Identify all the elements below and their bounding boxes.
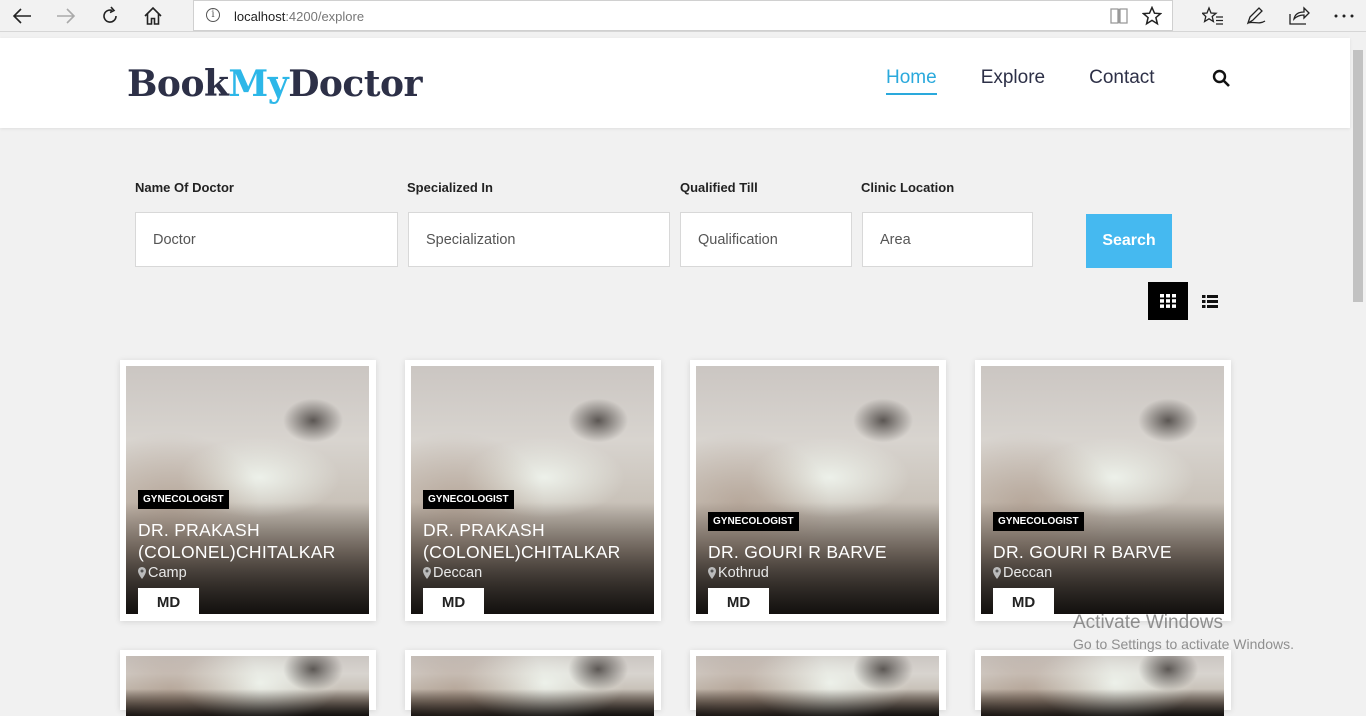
doctor-card[interactable] [690,650,946,716]
specialty-badge: GYNECOLOGIST [138,490,229,509]
main-nav: Home Explore Contact [886,67,1155,95]
doctor-location: Deccan [423,565,646,581]
qualification-input[interactable] [680,212,852,267]
degree-tab: MD [138,588,199,614]
qualification-label: Qualified Till [680,180,758,195]
list-icon [1202,294,1218,308]
site-header: BookMyDoctor Home Explore Contact [0,38,1350,128]
favorites-list-icon[interactable] [1199,4,1227,28]
specialization-input[interactable] [408,212,670,267]
degree-tab: MD [423,588,484,614]
doctor-card[interactable]: GYNECOLOGIST DR. PRAKASH (COLONEL)CHITAL… [120,360,376,621]
doctor-photo: GYNECOLOGIST DR. PRAKASH (COLONEL)CHITAL… [126,366,369,614]
doctor-name[interactable]: DR. GOURI R BARVE [993,541,1216,563]
watermark-subtitle: Go to Settings to activate Windows. [1073,636,1294,652]
doctor-name[interactable]: DR. PRAKASH (COLONEL)CHITALKAR [138,519,361,563]
back-arrow-icon[interactable] [9,3,35,29]
more-menu-icon[interactable] [1330,4,1358,28]
location-text: Camp [148,565,187,581]
search-icon[interactable] [1212,69,1231,93]
degree-tab: MD [993,588,1054,614]
list-view-button[interactable] [1196,282,1224,320]
doctor-card[interactable] [405,650,661,716]
map-pin-icon [138,567,146,579]
map-pin-icon [423,567,431,579]
specialty-badge: GYNECOLOGIST [423,490,514,509]
nav-explore[interactable]: Explore [981,67,1045,95]
doctor-name[interactable]: DR. PRAKASH (COLONEL)CHITALKAR [423,519,646,563]
grid-icon [1160,294,1176,308]
reading-view-icon[interactable] [1109,7,1129,30]
grid-view-button[interactable] [1148,282,1188,320]
doctor-location: Camp [138,565,361,581]
map-pin-icon [993,567,1001,579]
doctor-card[interactable]: GYNECOLOGIST DR. GOURI R BARVE Kothrud M… [690,360,946,621]
location-text: Kothrud [718,565,769,581]
location-text: Deccan [1003,565,1053,581]
doctor-location: Kothrud [708,565,931,581]
specialization-label: Specialized In [407,180,493,195]
location-text: Deccan [433,565,483,581]
location-input[interactable] [862,212,1033,267]
doctor-card[interactable]: GYNECOLOGIST DR. PRAKASH (COLONEL)CHITAL… [405,360,661,621]
doctor-photo: GYNECOLOGIST DR. GOURI R BARVE Kothrud M… [696,366,939,614]
pen-icon[interactable] [1242,4,1270,28]
site-logo[interactable]: BookMyDoctor [127,63,422,105]
nav-contact[interactable]: Contact [1089,67,1154,95]
activation-watermark: Activate Windows Go to Settings to activ… [1073,612,1294,652]
search-button[interactable]: Search [1086,214,1172,268]
forward-arrow-icon[interactable] [53,3,79,29]
refresh-icon[interactable] [97,3,123,29]
doctor-name-input[interactable] [135,212,398,267]
doctor-name-label: Name Of Doctor [135,180,234,195]
doctor-photo: GYNECOLOGIST DR. GOURI R BARVE Deccan MD [981,366,1224,614]
address-bar[interactable]: i localhost:4200/explore [193,0,1173,31]
watermark-title: Activate Windows [1073,612,1223,633]
doctor-photo [981,656,1224,716]
doctor-card[interactable]: GYNECOLOGIST DR. GOURI R BARVE Deccan MD [975,360,1231,621]
doctor-photo [696,656,939,716]
location-label: Clinic Location [861,180,955,195]
doctor-photo [411,656,654,716]
doctor-photo: GYNECOLOGIST DR. PRAKASH (COLONEL)CHITAL… [411,366,654,614]
degree-tab: MD [708,588,769,614]
scrollbar-thumb[interactable] [1353,50,1363,302]
url-text[interactable]: localhost:4200/explore [234,9,364,24]
site-info-icon[interactable]: i [206,8,220,22]
browser-toolbar: i localhost:4200/explore [0,0,1366,32]
map-pin-icon [708,567,716,579]
doctor-card[interactable] [975,650,1231,716]
share-icon[interactable] [1285,4,1313,28]
doctor-card[interactable] [120,650,376,716]
specialty-badge: GYNECOLOGIST [993,512,1084,531]
favorite-star-icon[interactable] [1141,5,1163,31]
home-icon[interactable] [140,3,166,29]
doctor-photo [126,656,369,716]
doctor-name[interactable]: DR. GOURI R BARVE [708,541,931,563]
specialty-badge: GYNECOLOGIST [708,512,799,531]
nav-home[interactable]: Home [886,67,937,95]
doctor-location: Deccan [993,565,1216,581]
page-scrollbar[interactable] [1350,38,1366,684]
